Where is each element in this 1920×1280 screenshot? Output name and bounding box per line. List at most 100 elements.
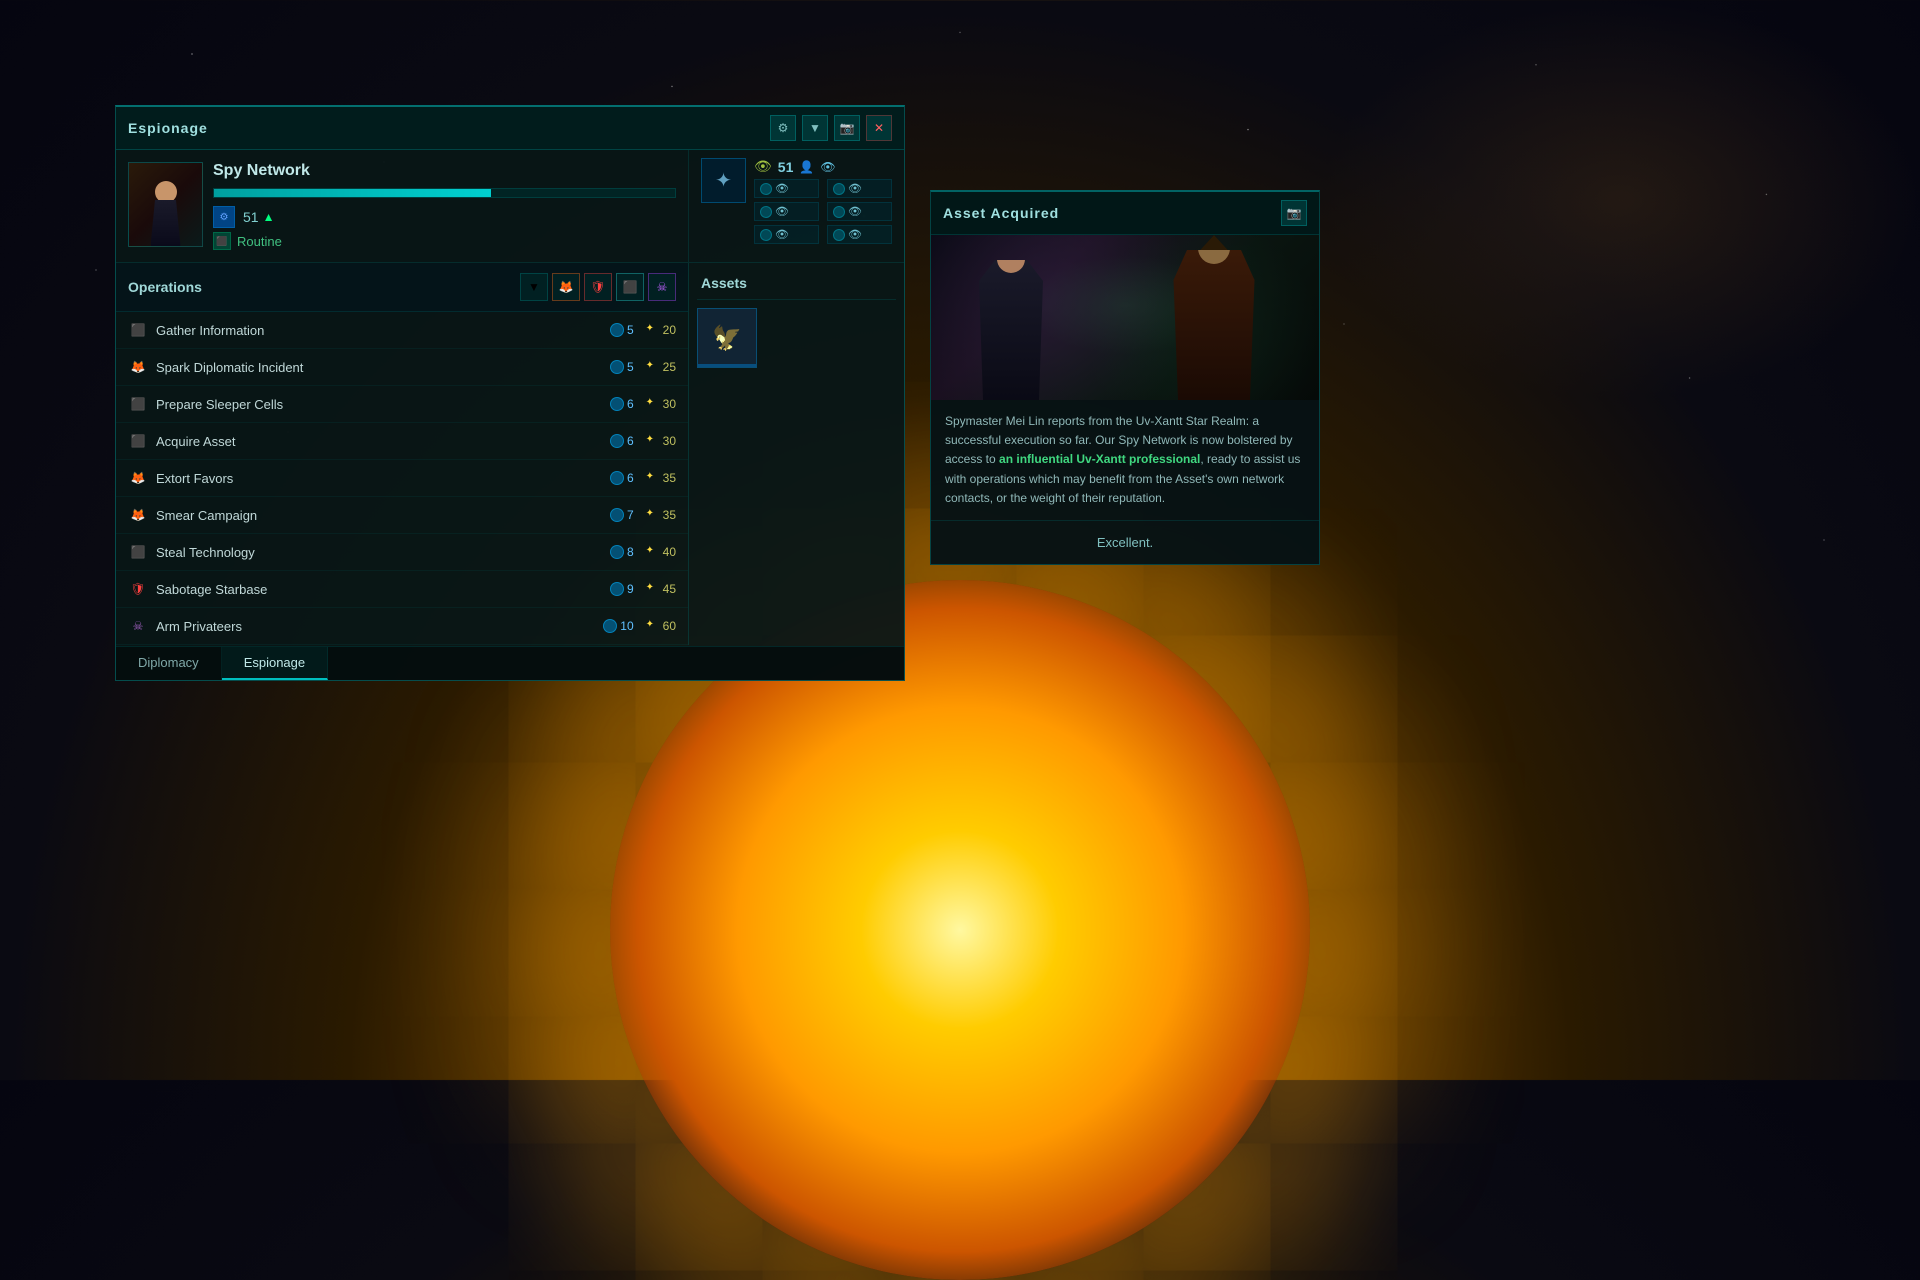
person-eye: 👁 [820,160,835,174]
stat-pill-1: 👁 [754,179,819,198]
op-costs-gather: 5 ✦ 20 [610,323,676,337]
pill-icon-2 [833,183,845,195]
scene-figure-right [1169,250,1259,400]
op-icon-gather: ⬛ [128,320,148,340]
op-icon-steal: ⬛ [128,542,148,562]
stat-row-main: 👁 51 👤 👁 [754,158,892,175]
influence-icon-smear [610,508,624,522]
op-extort[interactable]: 🦊 Extort Favors 6 ✦ 35 [116,460,688,497]
status-icon: ⬛ [213,232,231,250]
op-icon-diplomatic: 🦊 [128,357,148,377]
op-name-acquire: Acquire Asset [156,434,610,449]
stat-pill-4: 👁 [827,202,892,221]
energy-icon-gather: ✦ [646,323,660,337]
op-costs-privateers: 10 ✦ 60 [603,619,676,633]
op-influence-extort: 6 [610,471,634,485]
op-sleeper[interactable]: ⬛ Prepare Sleeper Cells 6 ✦ 30 [116,386,688,423]
influence-num-priv: 10 [620,619,633,633]
energy-num-acq: 30 [663,434,676,448]
status-text: Routine [237,234,282,249]
op-energy-privateers: ✦ 60 [646,619,676,633]
tab-espionage[interactable]: Espionage [222,647,328,680]
op-name-extort: Extort Favors [156,471,610,486]
op-name-gather: Gather Information [156,323,610,338]
level-up-arrow: ▲ [263,210,275,224]
op-costs-diplomatic: 5 ✦ 25 [610,360,676,374]
popup-image [931,235,1319,400]
person-icon: 👤 [799,160,814,174]
op-influence-steal: 8 [610,545,634,559]
filter-shield[interactable]: 🛡 [584,273,612,301]
op-sabotage[interactable]: 🛡 Sabotage Starbase 9 ✦ 45 [116,571,688,608]
energy-icon-smear: ✦ [646,508,660,522]
op-icon-smear: 🦊 [128,505,148,525]
op-name-sleeper: Prepare Sleeper Cells [156,397,610,412]
ops-assets-row: Operations ▼ 🦊 🛡 ⬛ ☠ ⬛ Gather Informatio… [116,263,904,645]
operations-filters: ▼ 🦊 🛡 ⬛ ☠ [520,273,676,301]
energy-num-gather: 20 [663,323,676,337]
energy-icon-priv: ✦ [646,619,660,633]
op-energy-acquire: ✦ 30 [646,434,676,448]
xp-bar-container [213,188,676,198]
op-diplomatic[interactable]: 🦊 Spark Diplomatic Incident 5 ✦ 25 [116,349,688,386]
op-gather-info[interactable]: ⬛ Gather Information 5 ✦ 20 [116,312,688,349]
popup-title: Asset Acquired [943,205,1059,221]
op-energy-smear: ✦ 35 [646,508,676,522]
excellent-button[interactable]: Excellent. [945,531,1305,554]
filter-funnel[interactable]: ▼ [520,273,548,301]
asset-item-1[interactable]: 🦅 [697,308,757,368]
pill-eye-5: 👁 [775,228,789,241]
op-acquire[interactable]: ⬛ Acquire Asset 6 ✦ 30 [116,423,688,460]
spy-network-name: Spy Network [213,162,676,180]
operations-header: Operations ▼ 🦊 🛡 ⬛ ☠ [116,263,688,312]
pill-icon-6 [833,229,845,241]
energy-num-dip: 25 [663,360,676,374]
energy-num-ext: 35 [663,471,676,485]
op-icon-privateers: ☠ [128,616,148,636]
op-costs-acquire: 6 ✦ 30 [610,434,676,448]
popup-footer: Excellent. [931,521,1319,564]
popup-text-area: Spymaster Mei Lin reports from the Uv-Xa… [931,400,1319,521]
stat-pill-5: 👁 [754,225,819,244]
dropdown-button[interactable]: ▼ [802,115,828,141]
op-icon-sleeper: ⬛ [128,394,148,414]
screenshot-button[interactable]: 📷 [834,115,860,141]
tab-diplomacy[interactable]: Diplomacy [116,647,222,680]
energy-num-sab: 45 [663,582,676,596]
op-costs-steal: 8 ✦ 40 [610,545,676,559]
op-energy-gather: ✦ 20 [646,323,676,337]
op-privateers[interactable]: ☠ Arm Privateers 10 ✦ 60 [116,608,688,645]
influence-num-acq: 6 [627,434,634,448]
spy-network-info: Spy Network ⚙ 51 ▲ ⬛ Routine [213,162,676,250]
close-button[interactable]: ✕ [866,115,892,141]
op-smear[interactable]: 🦊 Smear Campaign 7 ✦ 35 [116,497,688,534]
energy-icon-sleep: ✦ [646,397,660,411]
op-energy-sabotage: ✦ 45 [646,582,676,596]
filter-skull[interactable]: ☠ [648,273,676,301]
filter-square[interactable]: ⬛ [616,273,644,301]
popup-title-bar: Asset Acquired 📷 [931,192,1319,235]
filter-fox[interactable]: 🦊 [552,273,580,301]
op-energy-sleeper: ✦ 30 [646,397,676,411]
window-title: Espionage [128,120,208,136]
influence-num-sleep: 6 [627,397,634,411]
stat-pill-2: 👁 [827,179,892,198]
top-area: Spy Network ⚙ 51 ▲ ⬛ Routine [116,150,904,263]
window-title-bar: Espionage ⚙ ▼ 📷 ✕ [116,107,904,150]
op-name-diplomatic: Spark Diplomatic Incident [156,360,610,375]
influence-num-smear: 7 [627,508,634,522]
op-costs-sleeper: 6 ✦ 30 [610,397,676,411]
pill-eye-2: 👁 [848,182,862,195]
influence-num-sab: 9 [627,582,634,596]
op-name-sabotage: Sabotage Starbase [156,582,610,597]
op-steal-tech[interactable]: ⬛ Steal Technology 8 ✦ 40 [116,534,688,571]
pill-icon-3 [760,206,772,218]
popup-close-button[interactable]: 📷 [1281,200,1307,226]
settings-button[interactable]: ⚙ [770,115,796,141]
stats-grid: 👁 👁 👁 👁 [754,179,892,244]
energy-icon-steal: ✦ [646,545,660,559]
spy-avatar [128,162,203,247]
influence-icon-sleep [610,397,624,411]
popup-description: Spymaster Mei Lin reports from the Uv-Xa… [945,412,1305,508]
influence-num-steal: 8 [627,545,634,559]
